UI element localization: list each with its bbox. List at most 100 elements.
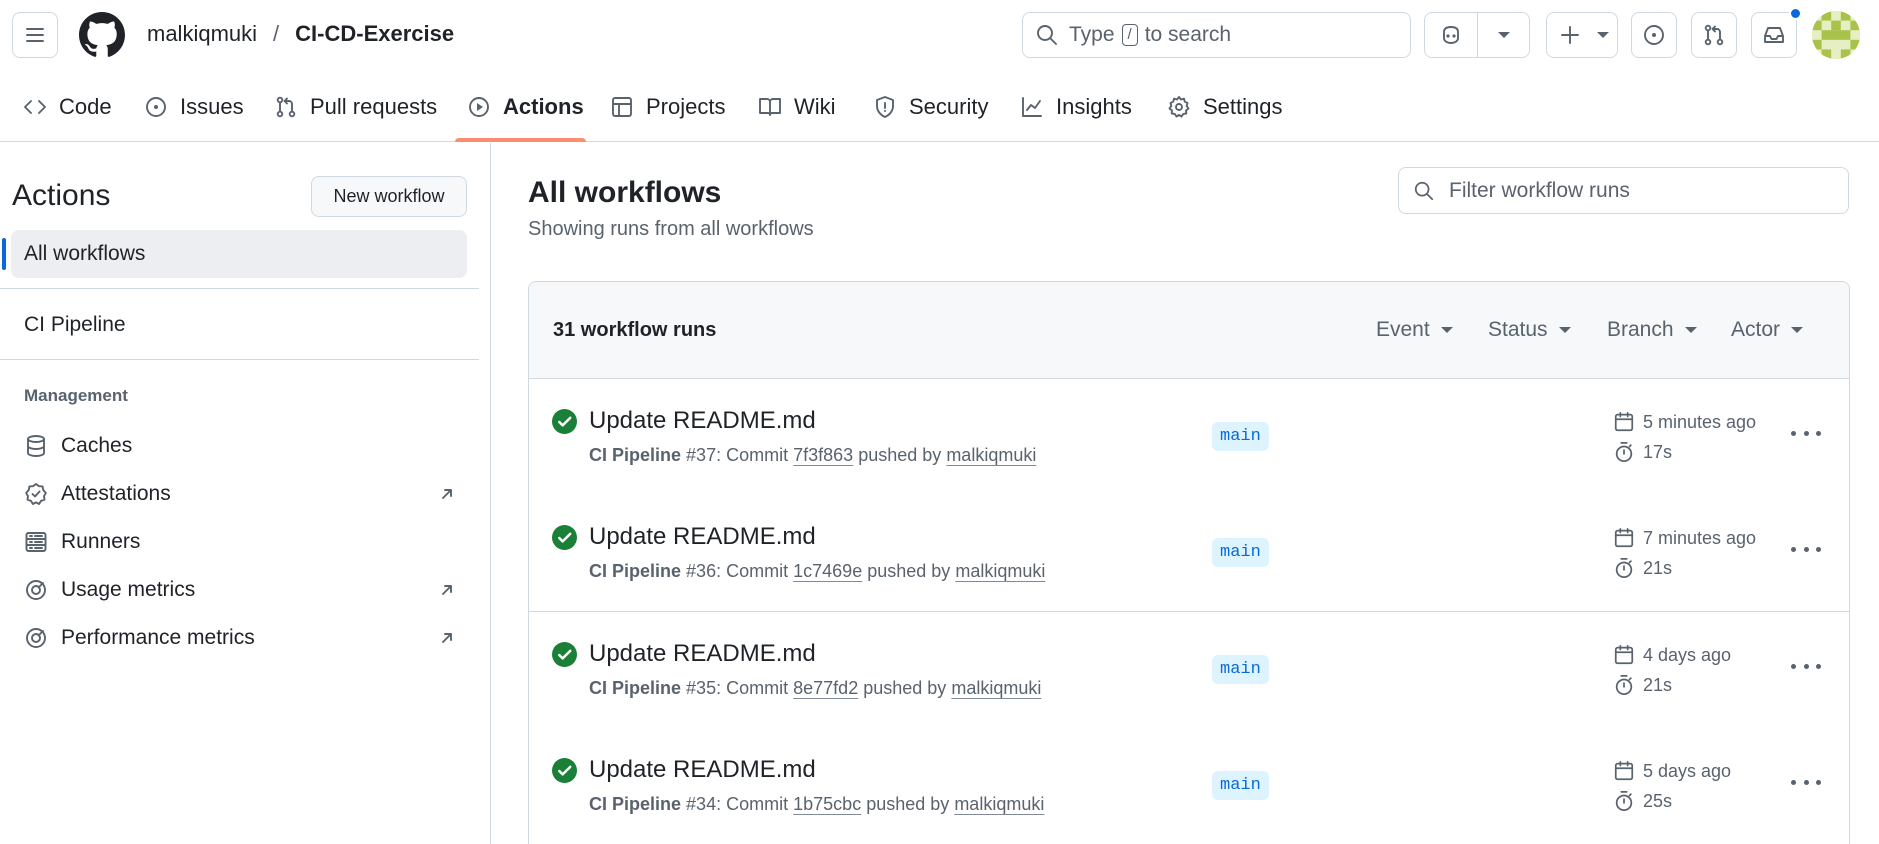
meter-icon	[26, 628, 46, 648]
tab-settings[interactable]: Settings	[1167, 72, 1283, 142]
inbox-button[interactable]	[1751, 7, 1802, 58]
tab-label: Code	[59, 94, 112, 119]
branch-badge[interactable]: main	[1212, 655, 1269, 684]
run-number: #34	[686, 794, 717, 814]
table-icon	[612, 97, 632, 117]
actor-link[interactable]: malkiqmuki	[946, 445, 1036, 465]
run-more-options-button[interactable]	[1791, 656, 1821, 676]
sidebar-item-caches[interactable]: Caches	[24, 431, 456, 461]
global-search-input[interactable]: Type / to search	[1022, 12, 1411, 58]
run-title-link[interactable]: Update README.md	[589, 640, 816, 668]
graph-icon	[1022, 97, 1042, 117]
run-meta: CI Pipeline #35: Commit 8e77fd2 pushed b…	[589, 678, 1041, 699]
actor-filter-dropdown[interactable]: Actor	[1731, 318, 1804, 342]
sidebar-item-label: Caches	[61, 434, 133, 457]
tab-label: Security	[909, 94, 989, 119]
meta-commit-word: Commit	[726, 678, 789, 698]
actor-link[interactable]: malkiqmuki	[955, 561, 1045, 581]
sidebar-item-attestations[interactable]: Attestations	[24, 479, 456, 509]
new-workflow-button[interactable]: New workflow	[311, 176, 467, 217]
copilot-button[interactable]	[1424, 12, 1530, 58]
issue-opened-icon	[1644, 25, 1664, 45]
pull-requests-button[interactable]	[1691, 12, 1737, 58]
stopwatch-icon	[1615, 674, 1633, 696]
tab-projects[interactable]: Projects	[610, 72, 725, 142]
meta-pushed-by: pushed by	[866, 794, 950, 814]
search-shortcut-key: /	[1121, 24, 1138, 46]
branch-badge[interactable]: main	[1212, 538, 1269, 567]
github-logo[interactable]	[79, 12, 125, 58]
meta-colon: :	[716, 445, 722, 465]
workflow-run-row[interactable]: Update README.md CI Pipeline #35: Commit…	[529, 612, 1849, 729]
tab-insights[interactable]: Insights	[1020, 72, 1132, 142]
workflow-run-row[interactable]: Update README.md CI Pipeline #36: Commit…	[529, 495, 1849, 612]
run-duration-text: 17s	[1643, 441, 1673, 462]
search-suffix: to search	[1144, 23, 1232, 46]
run-duration-text: 25s	[1643, 790, 1673, 811]
run-more-options-button[interactable]	[1791, 772, 1821, 792]
event-filter-dropdown[interactable]: Event	[1376, 318, 1453, 342]
database-icon	[27, 435, 45, 457]
run-number: #37	[686, 445, 717, 465]
identicon-icon	[1812, 11, 1860, 59]
commit-sha-link[interactable]: 8e77fd2	[793, 678, 858, 698]
git-pull-request-icon	[1704, 24, 1724, 46]
sidebar-item-runners[interactable]: Runners	[24, 527, 456, 557]
caret-down-icon	[1684, 327, 1697, 333]
caret-down-icon	[1440, 327, 1453, 333]
link-external-icon	[442, 489, 452, 499]
tab-issues[interactable]: Issues	[144, 72, 244, 142]
user-avatar[interactable]	[1812, 11, 1860, 59]
branch-badge[interactable]: main	[1212, 771, 1269, 800]
dropdown-label: Actor	[1731, 318, 1781, 341]
issues-button[interactable]	[1631, 12, 1677, 58]
kebab-dot	[1803, 779, 1809, 785]
sidebar-item-usage-metrics[interactable]: Usage metrics	[24, 575, 456, 605]
actor-link[interactable]: malkiqmuki	[951, 678, 1041, 698]
shield-icon	[876, 96, 894, 118]
run-duration-text: 21s	[1643, 557, 1673, 578]
filter-placeholder: Filter workflow runs	[1449, 178, 1630, 202]
repo-breadcrumb: malkiqmuki / CI-CD-Exercise	[147, 21, 454, 47]
sidebar-item-ci-pipeline[interactable]: CI Pipeline	[24, 313, 126, 337]
check-circle-fill-icon	[552, 758, 577, 783]
link-external-icon	[442, 633, 452, 643]
filter-workflow-runs-input[interactable]: Filter workflow runs	[1398, 167, 1849, 214]
plus-icon	[1561, 26, 1579, 44]
commit-sha-link[interactable]: 7f3f863	[793, 445, 853, 465]
repo-name-link[interactable]: CI-CD-Exercise	[295, 21, 454, 47]
create-new-button[interactable]	[1546, 12, 1618, 58]
actor-link[interactable]: malkiqmuki	[954, 794, 1044, 814]
run-more-options-button[interactable]	[1791, 539, 1821, 559]
dropdown-label: Branch	[1607, 318, 1674, 341]
run-title-link[interactable]: Update README.md	[589, 407, 816, 435]
commit-sha-link[interactable]: 1c7469e	[793, 561, 862, 581]
meta-pushed-by: pushed by	[863, 678, 947, 698]
status-filter-dropdown[interactable]: Status	[1488, 318, 1571, 342]
run-title-link[interactable]: Update README.md	[589, 523, 816, 551]
kebab-dot	[1791, 430, 1796, 436]
run-title-link[interactable]: Update README.md	[589, 756, 816, 784]
verified-icon	[25, 483, 47, 505]
menu-button[interactable]	[12, 12, 58, 58]
commit-sha-link[interactable]: 1b75cbc	[793, 794, 861, 814]
tab-code[interactable]: Code	[23, 72, 112, 142]
run-more-options-button[interactable]	[1791, 423, 1821, 443]
page-subtitle: Showing runs from all workflows	[528, 218, 814, 240]
tab-pull-requests[interactable]: Pull requests	[274, 72, 437, 142]
tab-wiki[interactable]: Wiki	[758, 72, 836, 142]
workflow-run-row[interactable]: Update README.md CI Pipeline #34: Commit…	[529, 728, 1849, 844]
meta-commit-word: Commit	[726, 794, 789, 814]
tab-actions[interactable]: Actions	[467, 72, 584, 142]
branch-filter-dropdown[interactable]: Branch	[1607, 318, 1697, 342]
workflow-run-row[interactable]: Update README.md CI Pipeline #37: Commit…	[529, 379, 1849, 496]
management-heading: Management	[24, 386, 128, 405]
copilot-dropdown-caret-icon	[1498, 32, 1510, 38]
sidebar-item-all-workflows[interactable]: All workflows	[11, 230, 467, 278]
branch-badge[interactable]: main	[1212, 422, 1269, 451]
tab-security[interactable]: Security	[873, 72, 988, 142]
repo-owner-link[interactable]: malkiqmuki	[147, 21, 257, 47]
sidebar-item-label: Runners	[61, 530, 141, 553]
sidebar-item-performance-metrics[interactable]: Performance metrics	[24, 623, 456, 653]
sidebar-title: Actions	[12, 179, 111, 212]
